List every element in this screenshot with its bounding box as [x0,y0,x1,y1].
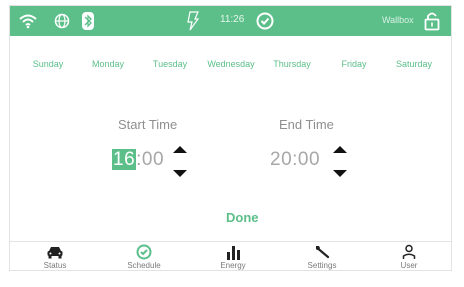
start-time-up-arrow[interactable] [173,146,187,153]
bottom-nav: Status Schedule Energy Settings User [10,241,451,271]
start-time-label: Start Time [118,117,178,132]
nav-energy[interactable]: Energy [203,244,263,272]
day-selector: Sunday Monday Tuesday Wednesday Thursday… [10,59,451,73]
day-monday[interactable]: Monday [92,59,124,69]
app-frame: 11:26 Wallbox Sunday Monday Tuesday Wedn… [9,5,452,271]
wrench-icon [292,244,352,260]
bluetooth-icon [82,10,94,32]
day-thursday[interactable]: Thursday [273,59,311,69]
start-time-hours[interactable]: 16 [112,149,137,170]
end-time-label: End Time [279,117,334,132]
day-sunday[interactable]: Sunday [33,59,64,69]
charging-icon [186,10,200,32]
lock-icon[interactable] [424,10,440,32]
day-friday[interactable]: Friday [341,59,366,69]
day-tuesday[interactable]: Tuesday [153,59,187,69]
status-bar: 11:26 Wallbox [10,6,451,36]
start-time-down-arrow[interactable] [173,170,187,177]
bar-chart-icon [203,244,263,260]
day-wednesday[interactable]: Wednesday [207,59,254,69]
end-time-down-arrow[interactable] [333,170,347,177]
status-time: 11:26 [220,14,245,25]
nav-schedule-label: Schedule [127,261,161,270]
done-button[interactable]: Done [226,210,259,225]
day-saturday[interactable]: Saturday [396,59,432,69]
nav-energy-label: Energy [220,261,246,270]
nav-status-label: Status [43,261,67,270]
end-time-up-arrow[interactable] [333,146,347,153]
globe-icon [54,10,70,32]
car-icon [25,244,85,260]
nav-status[interactable]: Status [25,244,85,272]
start-time-value[interactable]: 16:00 [112,149,164,171]
clock-check-icon [114,244,174,260]
nav-user-label: User [400,261,418,270]
end-time-value[interactable]: 20:00 [270,149,320,171]
wifi-icon [18,10,38,32]
nav-schedule[interactable]: Schedule [114,244,174,272]
device-name: Wallbox [382,15,414,25]
user-icon [379,244,439,260]
start-time-minutes: :00 [136,149,165,170]
nav-settings-label: Settings [307,261,337,270]
nav-settings[interactable]: Settings [292,244,352,272]
nav-user[interactable]: User [379,244,439,272]
check-circle-icon [256,10,274,32]
